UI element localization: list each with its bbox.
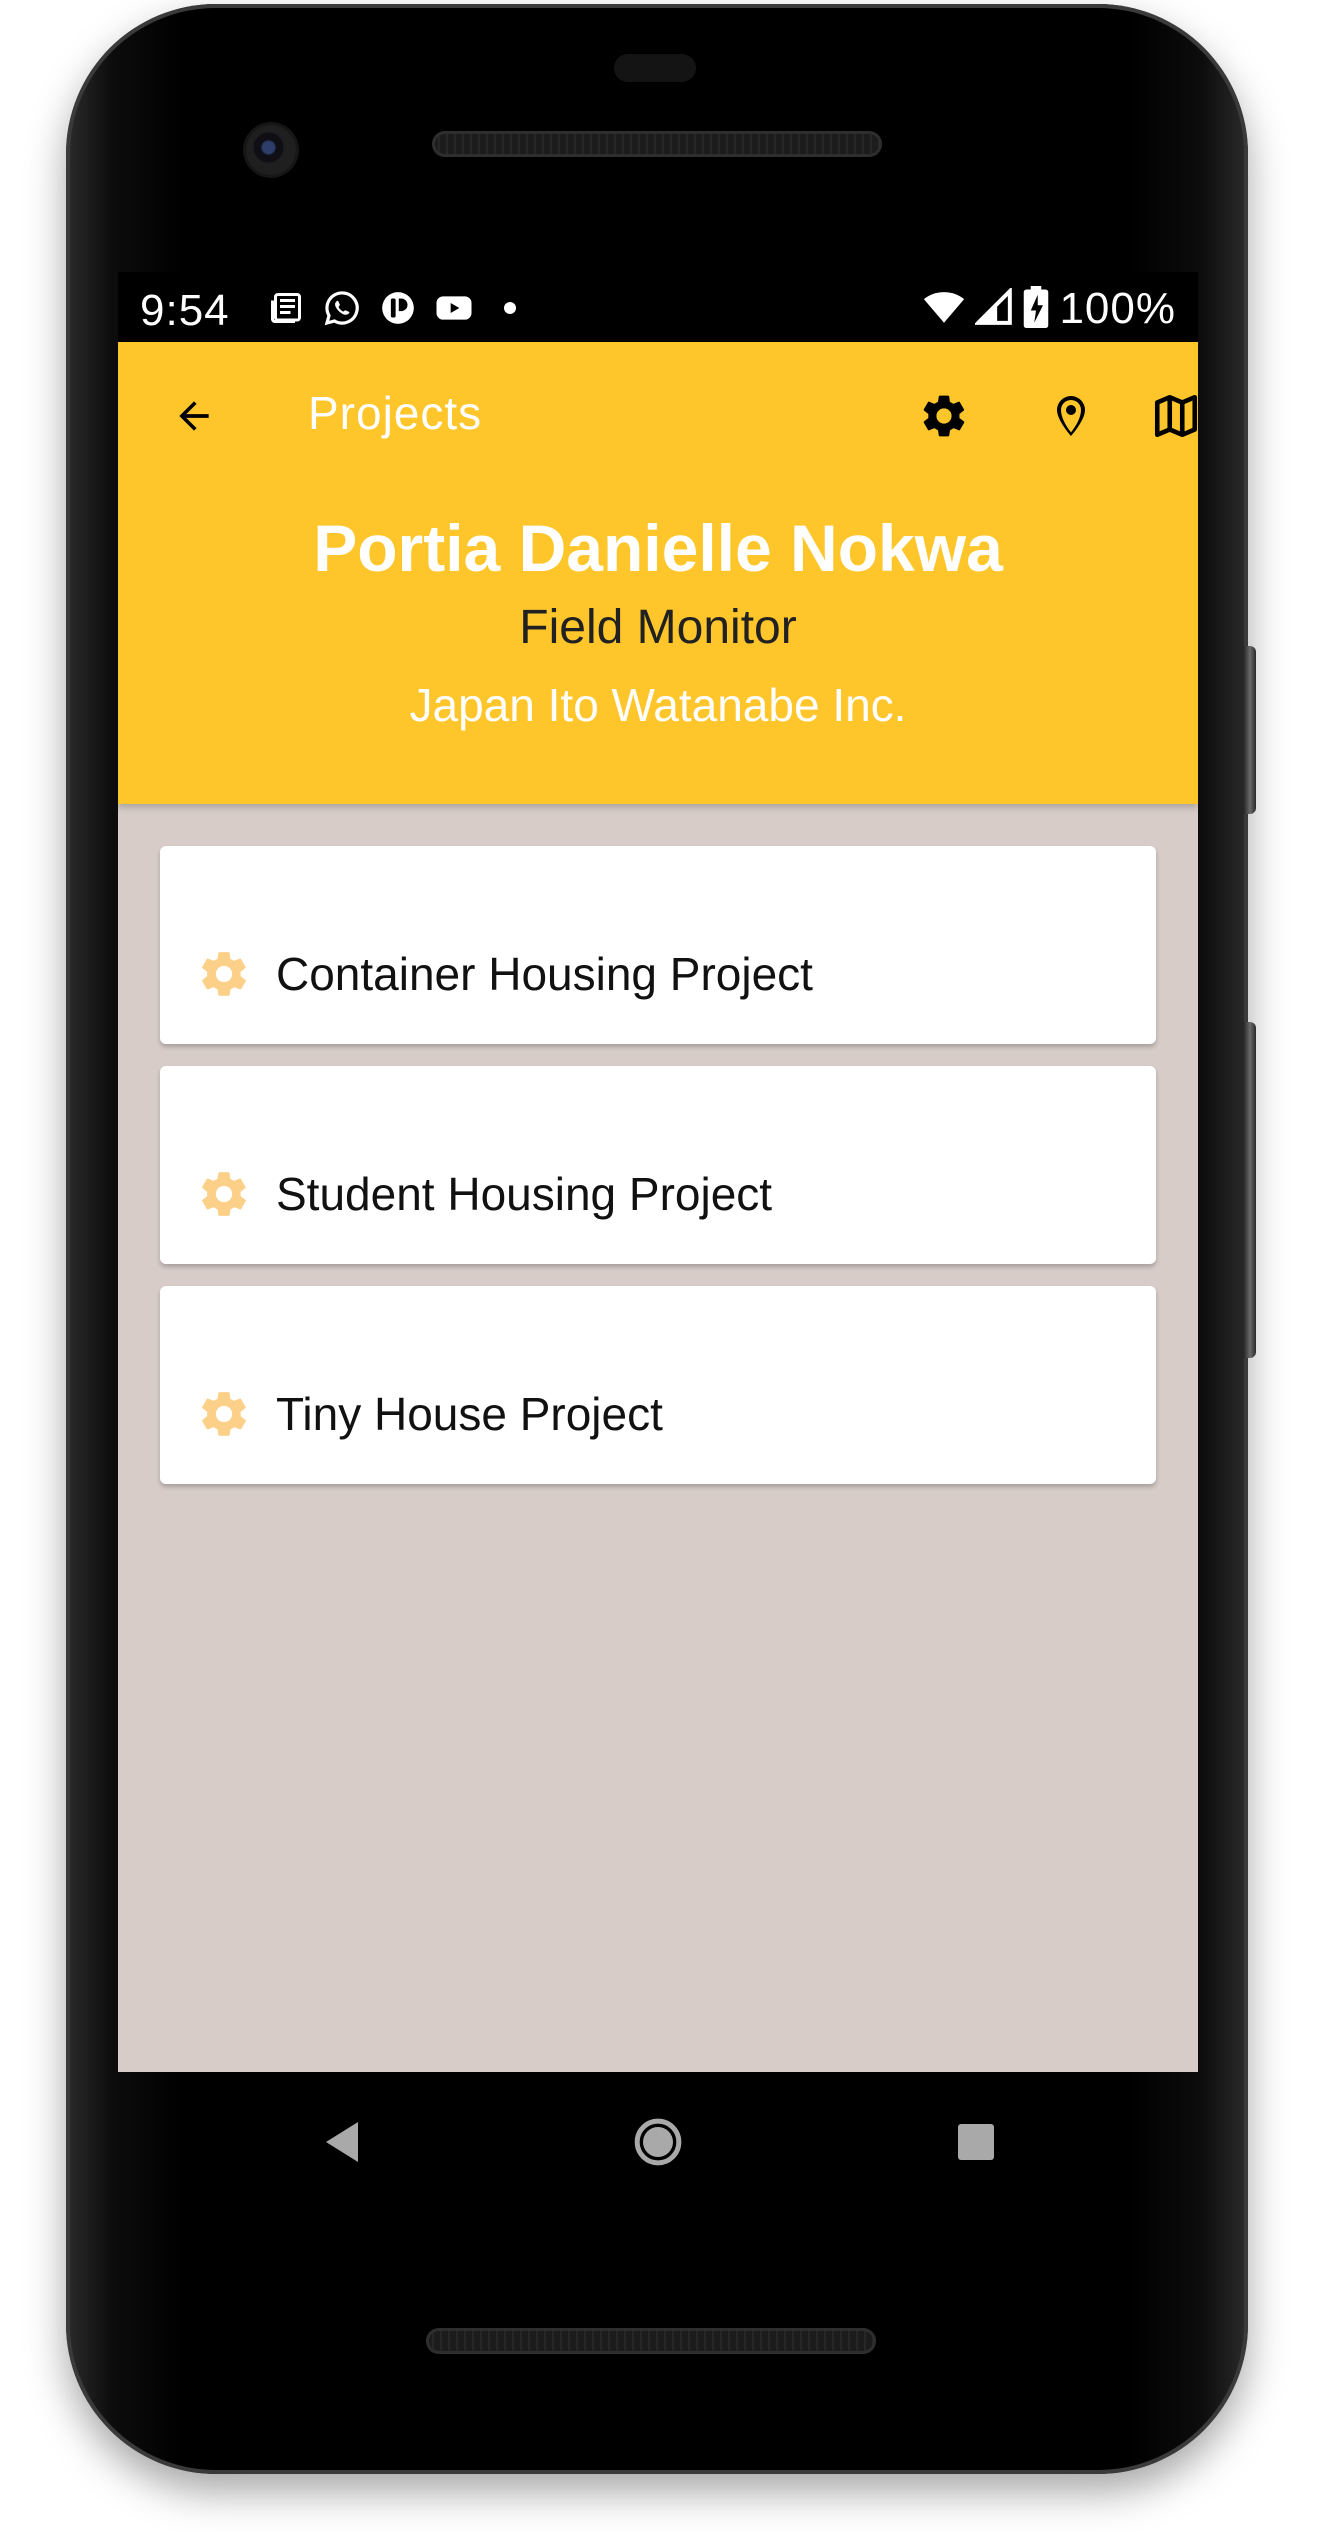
power-button [1244,646,1256,814]
back-button[interactable] [146,368,242,464]
project-card-container-housing[interactable]: Container Housing Project [160,846,1156,1044]
battery-percentage: 100% [1059,284,1176,333]
location-button[interactable] [1023,368,1119,464]
gear-icon [202,952,246,996]
device-frame: 9:54 100% Projects Portia Danielle Nokwa… [0,0,1330,2532]
battery-charging-icon [1023,286,1049,332]
nav-recents-button[interactable] [928,2094,1024,2190]
screen: 9:54 100% Projects Portia Danielle Nokwa… [118,272,1198,2072]
project-card-student-housing[interactable]: Student Housing Project [160,1066,1156,1264]
volume-button [1244,1022,1256,1358]
arrow-back-icon [179,401,209,431]
gear-icon [202,1172,246,1216]
user-role: Field Monitor [519,601,797,654]
whatsapp-icon [322,288,362,328]
location-pin-icon [1057,396,1085,436]
map-button[interactable] [1128,368,1198,464]
notification-icons [266,288,530,328]
nav-recents-icon [958,2124,994,2160]
app-icon [378,288,418,328]
status-right: 100% [923,284,1176,334]
status-time: 9:54 [140,286,230,335]
youtube-icon [434,288,474,328]
project-card-tiny-house[interactable]: Tiny House Project [160,1286,1156,1484]
project-name: Student Housing Project [276,1168,773,1220]
wifi-icon [923,286,965,332]
nav-home-icon [634,2118,682,2166]
nav-back-button[interactable] [294,2094,390,2190]
settings-icon [923,395,965,437]
project-name: Tiny House Project [276,1388,663,1440]
settings-button[interactable] [896,368,992,464]
project-name: Container Housing Project [276,948,813,1000]
user-name: Portia Danielle Nokwa [313,511,1003,585]
earpiece [614,54,696,82]
app-header: Projects Portia Danielle Nokwa Field Mon… [118,342,1198,804]
front-camera [246,125,296,175]
signal-icon [973,286,1013,330]
status-bar: 9:54 100% [118,272,1198,342]
toolbar: Projects [118,342,1198,492]
project-list: Container Housing Project Student Housin… [160,846,1156,1506]
bottom-speaker [426,2328,876,2354]
user-organization: Japan Ito Watanabe Inc. [409,679,907,731]
top-speaker [432,131,882,157]
nav-home-button[interactable] [610,2094,706,2190]
dot-icon [490,288,530,328]
gear-icon [202,1392,246,1436]
navigation-bar [118,2072,1198,2212]
map-icon [1154,394,1198,438]
toolbar-title: Projects [308,387,483,439]
nav-back-icon [326,2122,358,2162]
news-icon [266,288,306,328]
